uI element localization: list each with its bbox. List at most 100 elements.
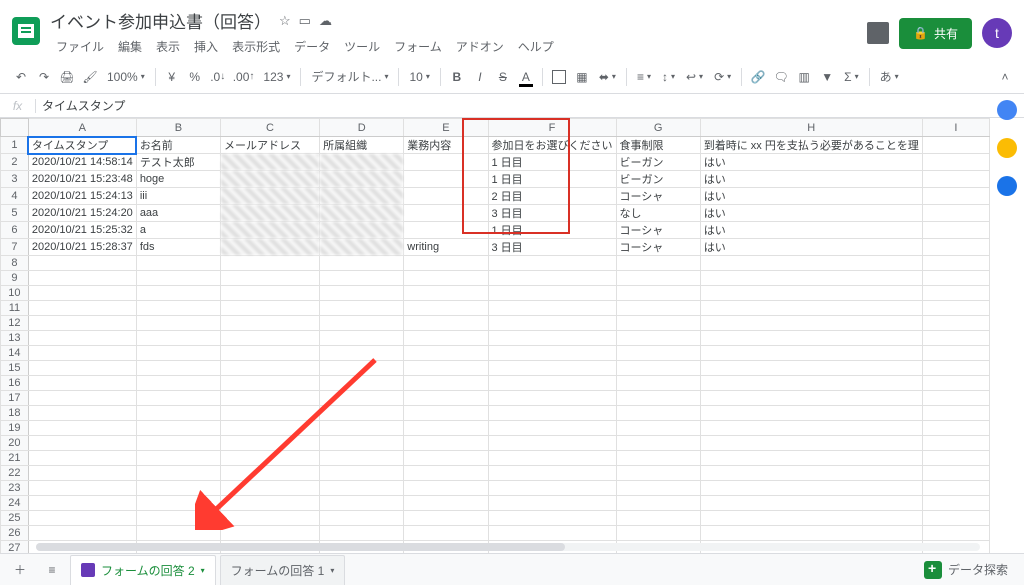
cell[interactable] [404,256,488,271]
cell-G1[interactable]: 食事制限 [616,137,700,154]
cell[interactable]: iii [136,188,220,205]
cell[interactable] [616,451,700,466]
comment-add-icon[interactable]: 🗨 [770,65,792,89]
cell[interactable] [616,376,700,391]
filter-icon[interactable]: ▼ [816,65,838,89]
cell[interactable] [922,222,989,239]
table-row[interactable]: 26 [1,526,990,541]
row-head[interactable]: 5 [1,205,29,222]
cell[interactable] [320,331,404,346]
cell[interactable] [922,466,989,481]
cell[interactable] [320,376,404,391]
row-head[interactable]: 1 [1,137,29,154]
cell[interactable] [488,301,616,316]
table-row[interactable]: 52020/10/21 15:24:20aaa3 日目なしはい [1,205,990,222]
cell[interactable] [700,406,922,421]
cell[interactable] [922,361,989,376]
cell[interactable] [136,361,220,376]
cell[interactable] [488,496,616,511]
cell[interactable] [922,481,989,496]
cell[interactable] [320,391,404,406]
cell[interactable] [220,331,319,346]
table-row[interactable]: 18 [1,406,990,421]
cell[interactable]: はい [700,222,922,239]
table-row[interactable]: 8 [1,256,990,271]
cell[interactable] [616,331,700,346]
cell[interactable] [922,451,989,466]
cell[interactable] [616,346,700,361]
select-all-corner[interactable] [1,119,29,137]
functions-icon[interactable]: Σ ▾ [839,70,863,84]
cell[interactable]: コーシャ [616,188,700,205]
cell[interactable] [488,526,616,541]
cell[interactable] [220,286,319,301]
cell[interactable]: 2 日目 [488,188,616,205]
cell[interactable] [616,406,700,421]
cell[interactable] [220,171,319,188]
cell[interactable] [700,286,922,301]
cell[interactable]: a [136,222,220,239]
cell[interactable] [488,346,616,361]
table-row[interactable]: 20 [1,436,990,451]
cell[interactable] [136,331,220,346]
cell[interactable] [28,526,136,541]
cell[interactable] [320,406,404,421]
cell-E1[interactable]: 業務内容 [404,137,488,154]
cell[interactable] [488,316,616,331]
cell[interactable] [922,154,989,171]
cell[interactable] [320,361,404,376]
cell[interactable] [136,376,220,391]
tab-menu-caret[interactable]: ▾ [201,566,205,575]
cell[interactable]: テスト太郎 [136,154,220,171]
cell[interactable] [616,466,700,481]
cell[interactable]: 2020/10/21 14:58:14 [28,154,136,171]
row-head[interactable]: 12 [1,316,29,331]
cell[interactable] [28,301,136,316]
table-row[interactable]: 22 [1,466,990,481]
cell[interactable] [28,271,136,286]
cell[interactable] [220,466,319,481]
cloud-icon[interactable]: ☁ [319,13,332,29]
col-head-A[interactable]: A [28,119,136,137]
cell[interactable] [404,171,488,188]
cell[interactable] [220,406,319,421]
cell[interactable] [404,331,488,346]
font-size-dropdown[interactable]: 10▾ [404,70,434,84]
cell[interactable] [404,301,488,316]
cell[interactable] [700,466,922,481]
row-head[interactable]: 20 [1,436,29,451]
row-head[interactable]: 11 [1,301,29,316]
cell-B1[interactable]: お名前 [136,137,220,154]
cell[interactable] [922,526,989,541]
cell[interactable] [922,331,989,346]
cell[interactable]: コーシャ [616,222,700,239]
menu-insert[interactable]: 挿入 [188,35,224,58]
table-row[interactable]: 21 [1,451,990,466]
table-row[interactable]: 72020/10/21 15:28:37fdswriting3 日目コーシャはい [1,239,990,256]
folder-icon[interactable]: ▭ [299,13,311,29]
font-dropdown[interactable]: デフォルト...▾ [306,68,393,85]
cell[interactable] [320,301,404,316]
all-sheets-button[interactable]: ≡ [38,558,66,582]
cell[interactable] [28,511,136,526]
cell[interactable]: はい [700,205,922,222]
cell[interactable] [404,496,488,511]
cell[interactable] [220,154,319,171]
menu-help[interactable]: ヘルプ [512,35,560,58]
row-head[interactable]: 27 [1,541,29,554]
row-head[interactable]: 3 [1,171,29,188]
cell[interactable]: 1 日目 [488,222,616,239]
table-row[interactable]: 16 [1,376,990,391]
cell[interactable] [488,466,616,481]
cell[interactable] [220,205,319,222]
cell[interactable] [922,171,989,188]
table-row[interactable]: 42020/10/21 15:24:13iii2 日目コーシャはい [1,188,990,205]
table-row[interactable]: 9 [1,271,990,286]
dec-increase[interactable]: .00↑ [230,65,258,89]
cell[interactable] [700,316,922,331]
cell[interactable] [616,526,700,541]
cell[interactable] [136,316,220,331]
share-button[interactable]: 🔒 共有 [899,18,972,49]
row-head[interactable]: 15 [1,361,29,376]
menu-tools[interactable]: ツール [338,35,386,58]
